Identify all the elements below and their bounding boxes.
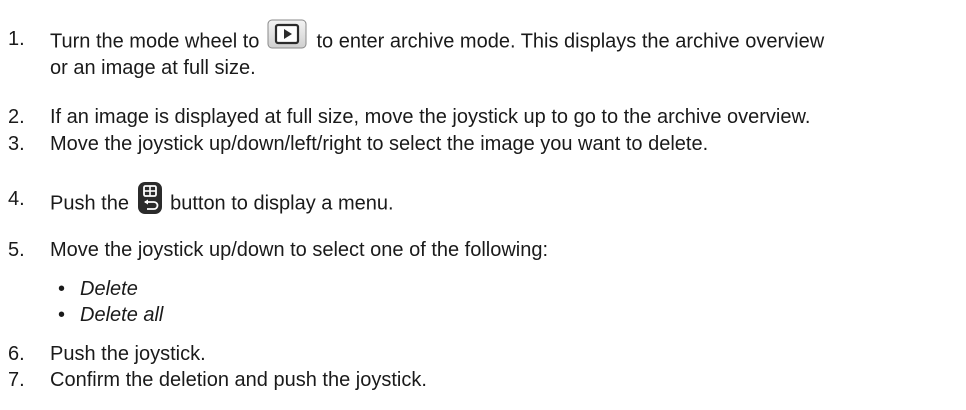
step-number: 3. <box>8 133 25 155</box>
step-text: Move the joystick up/down to select one … <box>50 239 549 261</box>
step-1-text-after: to enter archive mode. This displays the… <box>316 30 825 53</box>
step-4-text-after: button to display a menu. <box>170 192 394 215</box>
step-text: Confirm the deletion and push the joysti… <box>50 369 427 391</box>
step-text: Move the joystick up/down/left/right to … <box>50 133 709 155</box>
step-text: Push the button to display a menu. <box>50 182 394 221</box>
step-1-text-before: Turn the mode wheel to <box>50 30 260 53</box>
step-number: 2. <box>8 106 25 128</box>
step-text: Push the joystick. <box>50 343 206 365</box>
option-delete: Delete <box>80 278 138 300</box>
step-number: 4. <box>8 188 25 210</box>
bullet-glyph: • <box>58 304 66 326</box>
step-number: 1. <box>8 28 25 50</box>
step-number: 7. <box>8 369 25 391</box>
option-delete-all: Delete all <box>80 304 164 326</box>
step-number: 5. <box>8 239 25 261</box>
step-1-continuation-text: or an image at full size. <box>50 57 256 79</box>
step-number: 6. <box>8 343 25 365</box>
bullet-glyph: • <box>58 278 66 300</box>
step-text: If an image is displayed at full size, m… <box>50 106 811 128</box>
step-4-text-before: Push the <box>50 192 129 215</box>
step-text: Turn the mode wheel to to enter archive … <box>50 19 825 57</box>
menu-back-button-icon <box>137 181 163 215</box>
archive-mode-icon <box>267 19 307 49</box>
